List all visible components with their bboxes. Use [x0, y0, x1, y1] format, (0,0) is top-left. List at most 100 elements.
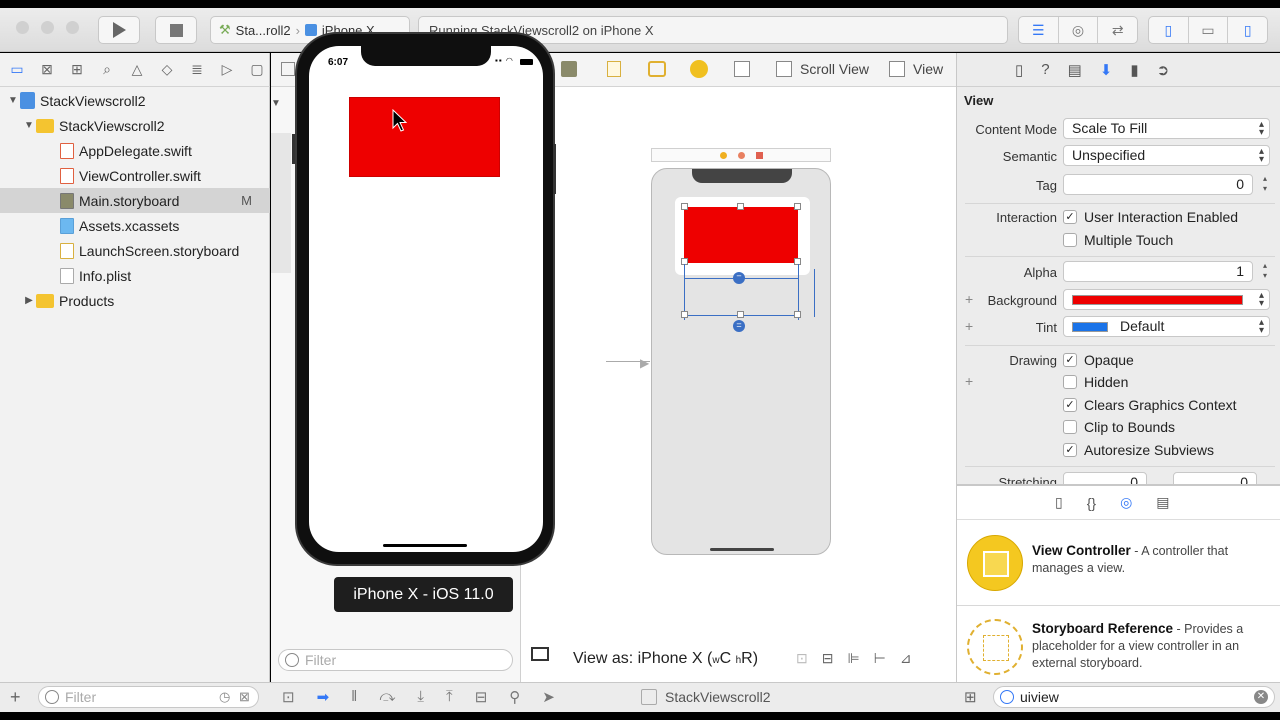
hierarchy-icon[interactable]: ⊞	[66, 61, 88, 78]
disclosure-triangle-icon[interactable]: ▶	[22, 295, 36, 306]
tree-item-group[interactable]: ▼ StackViewscroll2	[0, 113, 270, 138]
tag-field[interactable]: 0	[1063, 174, 1253, 195]
pin-icon[interactable]: ⊢	[874, 650, 886, 667]
view-icon[interactable]	[734, 61, 750, 77]
update-frames-icon[interactable]: ⊡	[796, 650, 808, 667]
assistant-editor-icon[interactable]: ◎	[1057, 17, 1098, 43]
file-icon[interactable]	[607, 61, 621, 77]
warning-icon[interactable]: △	[126, 61, 148, 78]
folder-icon[interactable]: ▭	[6, 61, 28, 78]
resize-handle[interactable]	[681, 311, 688, 318]
media-library-icon[interactable]: ▤	[1156, 494, 1169, 511]
size-inspector-icon[interactable]: ▮	[1130, 61, 1138, 79]
opaque-checkbox[interactable]: ✓ Opaque	[1063, 352, 1134, 368]
pause-icon[interactable]: ‖	[351, 688, 357, 706]
navigator-toggle-icon[interactable]: ▯	[1149, 17, 1188, 43]
first-responder-dock-icon[interactable]	[738, 152, 745, 159]
red-view[interactable]	[684, 207, 798, 263]
simulator-screen[interactable]: 6:07 ▪▪ ◠	[309, 46, 543, 552]
clear-search-icon[interactable]: ✕	[1254, 690, 1268, 704]
resize-handle[interactable]	[794, 311, 801, 318]
quick-help-icon[interactable]: ?	[1041, 61, 1049, 78]
run-button[interactable]	[98, 16, 140, 44]
exit-dock-icon[interactable]	[756, 152, 763, 159]
storyboard-icon[interactable]	[561, 61, 577, 77]
jump-crumb-view[interactable]: View	[913, 61, 943, 77]
scroll-view-icon[interactable]	[776, 61, 792, 77]
view-controller-dock-icon[interactable]	[720, 152, 727, 159]
tree-item-file-selected[interactable]: Main.storyboard M	[0, 188, 270, 213]
minimize-window-button[interactable]	[41, 21, 54, 34]
hidden-checkbox[interactable]: Hidden	[1063, 374, 1128, 390]
jump-crumb-scroll-view[interactable]: Scroll View	[800, 61, 869, 77]
stop-button[interactable]	[155, 16, 197, 44]
close-window-button[interactable]	[16, 21, 29, 34]
resize-handle[interactable]	[681, 203, 688, 210]
content-mode-popup[interactable]: Scale To Fill ▴ ▾	[1063, 118, 1270, 139]
stretch-x-field[interactable]: 0	[1063, 472, 1147, 484]
identity-inspector-icon[interactable]: ▤	[1068, 61, 1082, 79]
simulator-device[interactable]: 6:07 ▪▪ ◠	[292, 32, 556, 566]
alpha-field[interactable]: 1	[1063, 261, 1253, 282]
user-interaction-checkbox[interactable]: ✓ User Interaction Enabled	[1063, 209, 1238, 225]
hide-debug-icon[interactable]: ⊡	[282, 688, 295, 706]
background-color-popup[interactable]: ▴ ▾	[1063, 289, 1270, 310]
view-as-label[interactable]: View as: iPhone X (wC hR)	[573, 650, 758, 668]
panel-toggle-control[interactable]: ▯ ▭ ▯	[1148, 16, 1268, 44]
test-icon[interactable]: ◇	[156, 61, 178, 78]
clears-graphics-checkbox[interactable]: ✓ Clears Graphics Context	[1063, 397, 1237, 413]
disclosure-triangle-icon[interactable]: ▼	[6, 95, 20, 106]
library-item-storyboard-reference[interactable]: Storyboard Reference - Provides a placeh…	[957, 607, 1280, 692]
inspector-toggle-icon[interactable]: ▯	[1227, 17, 1267, 43]
step-in-icon[interactable]: ⤓	[417, 688, 424, 706]
resolve-issues-icon[interactable]: ⊿	[900, 650, 912, 667]
view-icon[interactable]	[889, 61, 905, 77]
tree-item-file[interactable]: AppDelegate.swift	[0, 138, 270, 163]
source-control-icon[interactable]: ⊠	[36, 61, 58, 78]
editor-mode-control[interactable]: ☰ ◎ ⇄	[1018, 16, 1138, 44]
breakpoint-icon[interactable]: ▷	[216, 61, 238, 78]
view-debugger-icon[interactable]: ⊟	[475, 688, 488, 706]
storyboard-phone-frame[interactable]: = =	[651, 168, 831, 555]
breakpoints-icon[interactable]: ➡	[317, 688, 330, 706]
zoom-window-button[interactable]	[66, 21, 79, 34]
version-editor-icon[interactable]: ⇄	[1097, 17, 1137, 43]
embed-in-stack-icon[interactable]: ⊟	[822, 650, 834, 667]
debug-icon[interactable]: ≣	[186, 61, 208, 78]
tree-item-file[interactable]: Assets.xcassets	[0, 213, 270, 238]
constraint-badge[interactable]: =	[733, 320, 745, 332]
library-item-view-controller[interactable]: View Controller - A controller that mana…	[957, 521, 1280, 606]
scene-dock[interactable]	[651, 148, 831, 162]
tag-stepper[interactable]: ▴ ▾	[1259, 174, 1271, 195]
add-icon[interactable]: +	[10, 687, 21, 708]
file-inspector-icon[interactable]: ▯	[1015, 61, 1023, 79]
stretch-y-field[interactable]: 0	[1173, 472, 1257, 484]
outline-filter-field[interactable]: Filter	[278, 649, 513, 671]
resize-handle[interactable]	[737, 311, 744, 318]
align-icon[interactable]: ⊫	[847, 650, 859, 667]
step-out-icon[interactable]: ⤒	[446, 688, 453, 706]
code-snippet-icon[interactable]: {}	[1087, 495, 1096, 511]
object-library-icon[interactable]: ◎	[1120, 494, 1132, 511]
resize-handle[interactable]	[737, 203, 744, 210]
navigator-filter-field[interactable]: Filter ◷ ⊠	[38, 686, 259, 708]
disclosure-triangle-icon[interactable]: ▼	[22, 120, 36, 131]
view-controller-icon[interactable]	[690, 60, 708, 78]
simulate-location-icon[interactable]: ➤	[542, 688, 555, 706]
alpha-stepper[interactable]: ▴ ▾	[1259, 261, 1271, 282]
clip-to-bounds-checkbox[interactable]: Clip to Bounds	[1063, 419, 1175, 435]
report-icon[interactable]: ▢	[246, 61, 268, 78]
red-view[interactable]	[349, 97, 500, 177]
file-template-icon[interactable]: ▯	[1055, 494, 1063, 511]
library-grid-icon[interactable]: ⊞	[964, 688, 977, 706]
autoresize-checkbox[interactable]: ✓ Autoresize Subviews	[1063, 442, 1214, 458]
disclosure-triangle-icon[interactable]: ▼	[271, 98, 281, 109]
multiple-touch-checkbox[interactable]: Multiple Touch	[1063, 232, 1173, 248]
recent-files-icon[interactable]: ◷	[219, 689, 230, 705]
semantic-popup[interactable]: Unspecified ▴ ▾	[1063, 145, 1270, 166]
resize-handle[interactable]	[794, 203, 801, 210]
step-over-icon[interactable]: ⤼	[379, 688, 395, 706]
tree-item-file[interactable]: LaunchScreen.storyboard	[0, 238, 270, 263]
scene-icon[interactable]	[648, 61, 666, 77]
source-control-filter-icon[interactable]: ⊠	[239, 689, 250, 705]
